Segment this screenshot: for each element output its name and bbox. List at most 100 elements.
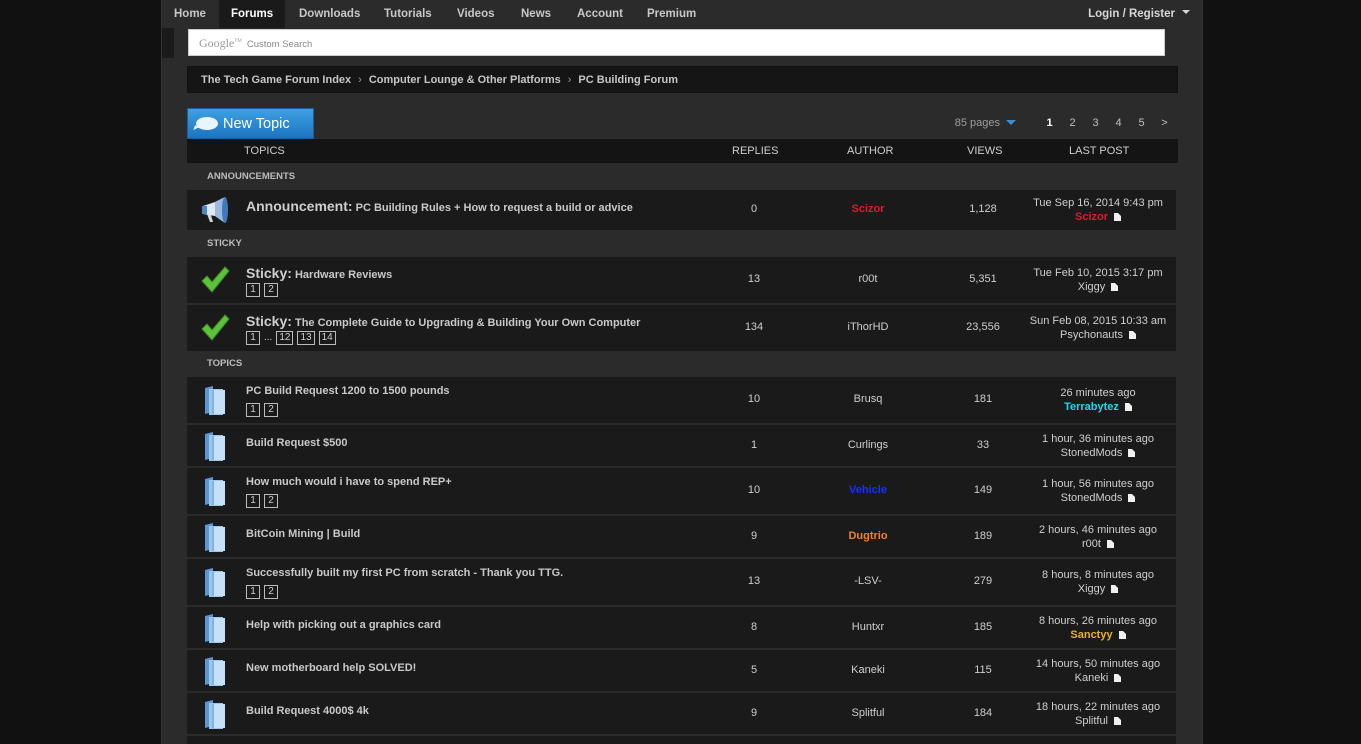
view-latest-post-icon[interactable] — [1128, 449, 1136, 458]
folder-icon — [199, 521, 231, 553]
topic-page-link[interactable]: 13 — [297, 331, 315, 345]
page-next[interactable]: > — [1153, 108, 1176, 139]
breadcrumb-pc-building[interactable]: PC Building Forum — [578, 74, 678, 86]
page-link-5[interactable]: 5 — [1130, 108, 1153, 139]
view-latest-post-icon[interactable] — [1111, 585, 1119, 594]
topic-title-link[interactable]: PC Build Request 1200 to 1500 pounds — [246, 385, 450, 397]
topic-page-link[interactable]: 2 — [264, 585, 278, 599]
last-post-time: 2 hours, 46 minutes ago — [1038, 524, 1158, 536]
view-latest-post-icon[interactable] — [1106, 540, 1114, 549]
author-link[interactable]: Curlings — [813, 439, 923, 451]
replies-count: 10 — [747, 484, 761, 496]
breadcrumb: The Tech Game Forum Index › Computer Loung… — [187, 66, 1178, 93]
view-latest-post-icon[interactable] — [1118, 631, 1126, 640]
last-post-time: 8 hours, 26 minutes ago — [1038, 615, 1158, 627]
last-post-user-link[interactable]: r00t — [1082, 538, 1101, 550]
page-link-1[interactable]: 1 — [1038, 108, 1061, 139]
author-link[interactable]: -LSV- — [813, 575, 923, 587]
replies-count: 9 — [750, 707, 758, 719]
table-row — [187, 736, 1176, 744]
nav-home[interactable]: Home — [162, 0, 218, 28]
last-post-user-link[interactable]: StonedMods — [1061, 492, 1123, 504]
author-link[interactable]: Kaneki — [813, 664, 923, 676]
view-latest-post-icon[interactable] — [1111, 283, 1119, 292]
chevron-down-icon[interactable] — [1006, 119, 1016, 125]
breadcrumb-computer-lounge[interactable]: Computer Lounge & Other Platforms — [369, 74, 561, 86]
last-post-user-link[interactable]: Sanctyy — [1070, 629, 1112, 641]
topic-page-link[interactable]: 1 — [246, 283, 260, 297]
last-post-user-link[interactable]: Splitful — [1075, 715, 1108, 727]
pages-count[interactable]: 85 pages — [955, 108, 1000, 139]
view-latest-post-icon[interactable] — [1114, 717, 1122, 726]
last-post-user-link[interactable]: Terrabytez — [1064, 401, 1119, 413]
view-latest-post-icon[interactable] — [1124, 403, 1132, 412]
nav-videos[interactable]: Videos — [445, 0, 507, 28]
page-link-2[interactable]: 2 — [1061, 108, 1084, 139]
author-link[interactable]: Dugtrio — [813, 530, 923, 542]
search-input[interactable]: GoogleTM Custom Search — [188, 29, 1165, 56]
topic-page-link[interactable]: 1 — [246, 494, 260, 508]
topic-title-link[interactable]: New motherboard help SOLVED! — [246, 662, 416, 674]
login-register-link[interactable]: Login / Register — [1088, 0, 1190, 28]
topic-title-link[interactable]: Help with picking out a graphics card — [246, 619, 441, 631]
topic-title-link[interactable]: Build Request $500 — [246, 437, 347, 449]
topic-page-link[interactable]: 2 — [264, 283, 278, 297]
topic-page-link[interactable]: 1 — [246, 403, 260, 417]
nav-news[interactable]: News — [509, 0, 563, 28]
last-post-user-link[interactable]: Psychonauts — [1060, 329, 1123, 341]
breadcrumb-forum-index[interactable]: The Tech Game Forum Index — [201, 74, 351, 86]
folder-icon — [199, 612, 231, 644]
last-post-user-link[interactable]: Scizor — [1075, 211, 1108, 223]
topic-page-link[interactable]: 1 — [246, 331, 260, 345]
last-post-user-link[interactable]: Kaneki — [1075, 672, 1109, 684]
view-latest-post-icon[interactable] — [1114, 213, 1121, 222]
topic-title-link[interactable]: Sticky: Hardware Reviews — [246, 265, 392, 281]
topic-page-link[interactable]: 2 — [264, 403, 278, 417]
nav-downloads[interactable]: Downloads — [287, 0, 372, 28]
topic-title: Help with picking out a graphics card — [246, 619, 441, 631]
last-post-user-link[interactable]: StonedMods — [1061, 447, 1123, 459]
topic-title: Successfully built my first PC from scra… — [246, 567, 564, 579]
nav-tutorials[interactable]: Tutorials — [372, 0, 444, 28]
views-count: 5,351 — [969, 273, 997, 285]
topic-page-link[interactable]: 12 — [276, 331, 294, 345]
chevron-right-icon: › — [567, 74, 572, 86]
topic-pager: 12 — [246, 585, 282, 599]
topic-title-link[interactable]: Successfully built my first PC from scra… — [246, 567, 563, 579]
topic-page-link[interactable]: 1 — [246, 585, 260, 599]
section-topics: TOPICS — [207, 358, 243, 369]
nav-forums[interactable]: Forums — [219, 0, 286, 28]
author-link[interactable]: Huntxr — [813, 621, 923, 633]
topic-title-link[interactable]: BitCoin Mining | Build — [246, 528, 360, 540]
author-link[interactable]: Splitful — [813, 707, 923, 719]
topic-title-link[interactable]: Sticky: The Complete Guide to Upgrading … — [246, 313, 640, 329]
topic-pager: 1... 12 13 14 — [246, 331, 340, 345]
nav-premium[interactable]: Premium — [635, 0, 708, 28]
view-latest-post-icon[interactable] — [1114, 674, 1122, 683]
new-topic-button[interactable]: New Topic — [187, 108, 314, 139]
author-link[interactable]: Brusq — [813, 393, 923, 405]
last-post-info: Tue Feb 10, 2015 3:17 pm Xiggy — [1027, 266, 1169, 294]
page-link-4[interactable]: 4 — [1107, 108, 1130, 139]
topic-title-link[interactable]: Build Request 4000$ 4k — [246, 705, 369, 717]
section-sticky: STICKY — [207, 238, 242, 249]
author-link[interactable]: iThorHD — [813, 321, 923, 333]
topic-title-link[interactable]: Announcement: PC Building Rules + How to… — [246, 198, 633, 214]
login-register-label: Login / Register — [1088, 8, 1175, 20]
view-latest-post-icon[interactable] — [1128, 494, 1136, 503]
author-link[interactable]: r00t — [813, 273, 923, 285]
topic-title-link[interactable]: How much would i have to spend REP+ — [246, 476, 452, 488]
author-link[interactable]: Vehicle — [813, 484, 923, 496]
col-author: AUTHOR — [847, 145, 894, 157]
last-post-user-link[interactable]: Xiggy — [1078, 281, 1106, 293]
nav-account[interactable]: Account — [565, 0, 635, 28]
last-post-user-link[interactable]: Xiggy — [1078, 583, 1106, 595]
topic-page-link[interactable]: 14 — [318, 331, 336, 345]
view-latest-post-icon[interactable] — [1128, 331, 1136, 340]
author-link[interactable]: Scizor — [813, 203, 923, 215]
checkmark-icon — [199, 264, 231, 296]
last-post-time: 8 hours, 8 minutes ago — [1042, 569, 1154, 581]
topic-page-link[interactable]: 2 — [264, 494, 278, 508]
topic-pager: 12 — [246, 494, 282, 508]
page-link-3[interactable]: 3 — [1084, 108, 1107, 139]
